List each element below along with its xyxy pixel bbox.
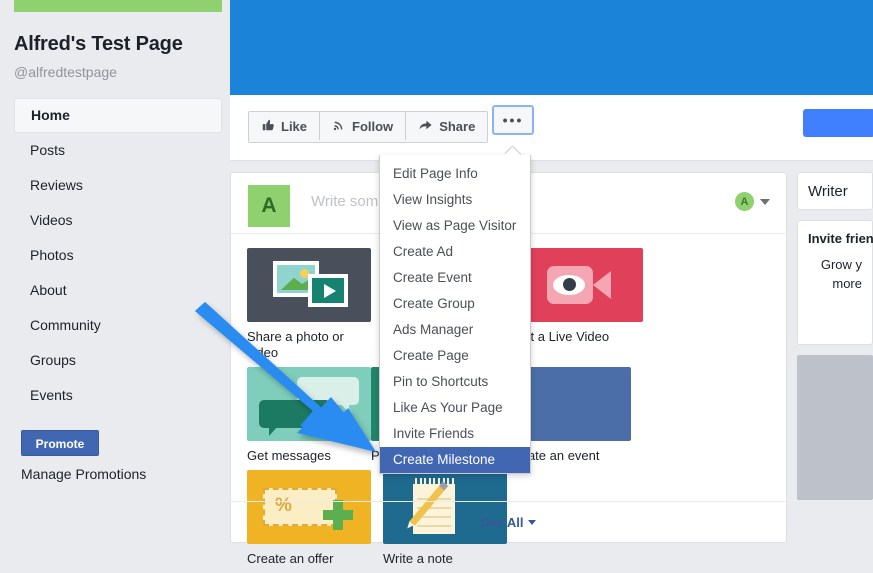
menu-item-like-as-your-page[interactable]: Like As Your Page (380, 395, 530, 421)
more-options-button[interactable]: ••• (492, 105, 534, 135)
like-button-label: Like (281, 118, 308, 134)
page-category-card: Writer (797, 172, 873, 210)
chevron-down-icon (760, 198, 770, 205)
messages-bubbles-icon (247, 367, 371, 441)
sidebar-item-photos[interactable]: Photos (14, 238, 222, 273)
menu-item-view-as-page-visitor[interactable]: View as Page Visitor (380, 213, 530, 239)
cover-photo[interactable] (230, 0, 873, 95)
spiral-binding (413, 478, 455, 487)
invite-friends-body: Grow y more (808, 255, 862, 293)
menu-item-create-ad[interactable]: Create Ad (380, 239, 530, 265)
menu-item-create-group[interactable]: Create Group (380, 291, 530, 317)
tile-start-live-video[interactable]: art a Live Video (519, 248, 643, 361)
page-title: Alfred's Test Page (14, 33, 183, 55)
photo-video-icon (247, 248, 371, 322)
avatar: A (248, 185, 290, 227)
invite-body-line-2: more (832, 276, 862, 291)
menu-item-create-milestone[interactable]: Create Milestone (380, 447, 530, 473)
chevron-down-icon (528, 519, 537, 525)
follow-button[interactable]: Follow (320, 112, 407, 140)
menu-item-create-event[interactable]: Create Event (380, 265, 530, 291)
invite-body-line-1: Grow y (820, 257, 862, 272)
facebook-page-screenshot: Alfred's Test Page @alfredtestpage Home … (0, 0, 873, 566)
sidebar-item-community[interactable]: Community (14, 308, 222, 343)
invite-friends-title: Invite friend (808, 231, 873, 246)
page-category-label: Writer (808, 183, 848, 200)
tile-get-messages[interactable]: Get messages (247, 367, 371, 464)
menu-item-invite-friends[interactable]: Invite Friends (380, 421, 530, 447)
thumbs-up-icon (261, 118, 275, 135)
tile-label: art a Live Video (519, 329, 610, 344)
tile-share-photo-video[interactable]: Share a photo or video (247, 248, 371, 361)
composer-input[interactable]: Write som (311, 193, 378, 210)
cover-thumbnail-strip (14, 0, 222, 12)
tile-label: Write a note (383, 551, 453, 566)
page-navigation: Home Posts Reviews Videos Photos About C… (14, 98, 222, 413)
page-handle: @alfredtestpage (14, 64, 117, 80)
composer-avatar-badge: A (735, 192, 754, 211)
sidebar-item-events[interactable]: Events (14, 378, 222, 413)
more-options-dropdown-menu: Edit Page Info View Insights View as Pag… (379, 155, 531, 474)
page-action-bar: Like Follow Share ••• (230, 95, 873, 161)
sidebar-item-groups[interactable]: Groups (14, 343, 222, 378)
sidebar-item-reviews[interactable]: Reviews (14, 168, 222, 203)
sidebar-item-about[interactable]: About (14, 273, 222, 308)
menu-item-create-page[interactable]: Create Page (380, 343, 530, 369)
menu-item-edit-page-info[interactable]: Edit Page Info (380, 161, 530, 187)
like-button[interactable]: Like (249, 112, 321, 140)
ellipsis-icon: ••• (502, 112, 524, 128)
see-all-button[interactable]: See All (231, 501, 786, 542)
follow-button-label: Follow (352, 118, 394, 134)
advertisement-placeholder (797, 355, 873, 500)
promote-button[interactable]: Promote (21, 430, 99, 456)
sidebar-item-home[interactable]: Home (14, 98, 222, 133)
left-sidebar: Alfred's Test Page @alfredtestpage Home … (0, 0, 230, 558)
manage-promotions-link[interactable]: Manage Promotions (21, 466, 146, 482)
tile-label: Share a photo or video (247, 329, 344, 360)
composer-identity-selector[interactable]: A (735, 192, 770, 211)
tile-label: Create an offer (247, 551, 334, 566)
right-sidebar: Writer Invite friend Grow y more (797, 172, 873, 500)
sidebar-item-posts[interactable]: Posts (14, 133, 222, 168)
primary-cta-button[interactable] (803, 109, 873, 137)
tile-label: Get messages (247, 448, 331, 463)
dropdown-pointer-arrow (505, 146, 521, 155)
share-button[interactable]: Share (406, 112, 488, 140)
see-all-label: See All (480, 514, 524, 530)
sidebar-item-videos[interactable]: Videos (14, 203, 222, 238)
share-button-label: Share (439, 118, 476, 134)
menu-item-view-insights[interactable]: View Insights (380, 187, 530, 213)
rss-follow-icon (332, 118, 346, 135)
menu-item-ads-manager[interactable]: Ads Manager (380, 317, 530, 343)
menu-item-pin-to-shortcuts[interactable]: Pin to Shortcuts (380, 369, 530, 395)
share-arrow-icon (418, 118, 433, 135)
invite-friends-card: Invite friend Grow y more (797, 220, 873, 345)
action-button-group: Like Follow Share (248, 111, 489, 143)
live-video-camera-icon (519, 248, 643, 322)
